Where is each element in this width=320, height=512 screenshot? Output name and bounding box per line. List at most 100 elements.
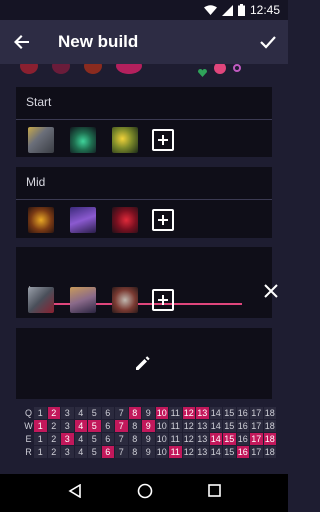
skill-level-cell[interactable]: 13 [196,446,209,458]
back-button[interactable] [0,20,44,64]
skill-level-cell[interactable]: 1 [34,433,47,445]
skill-level-cell[interactable]: 7 [115,433,128,445]
skill-level-cell[interactable]: 11 [169,420,182,432]
skill-level-cell[interactable]: 10 [155,446,168,458]
skill-level-cell[interactable]: 9 [142,433,155,445]
skill-level-cell[interactable]: 1 [34,420,47,432]
skill-level-cell[interactable]: 4 [74,433,87,445]
skill-level-cell[interactable]: 1 [34,446,47,458]
skill-level-cell[interactable]: 13 [196,433,209,445]
skill-level-cell[interactable]: 8 [128,420,141,432]
skill-level-cell[interactable]: 7 [115,420,128,432]
skill-level-cell[interactable]: 16 [236,420,249,432]
skill-level-cell[interactable]: 7 [115,407,128,419]
skill-level-cell[interactable]: 6 [101,446,114,458]
skill-level-cell[interactable]: 17 [250,420,263,432]
skill-level-cell[interactable]: 15 [223,433,236,445]
app-bar: New build [0,20,288,64]
skill-level-cell[interactable]: 6 [101,407,114,419]
add-item-button[interactable] [152,289,174,311]
skill-level-cell[interactable]: 13 [196,420,209,432]
skill-level-cell[interactable]: 12 [182,407,195,419]
add-item-button[interactable] [152,209,174,231]
skill-level-cell[interactable]: 12 [182,446,195,458]
skill-level-cell[interactable]: 17 [250,433,263,445]
add-section-card[interactable] [16,328,272,399]
skill-level-cell[interactable]: 18 [263,433,276,445]
skill-level-cell[interactable]: 10 [155,407,168,419]
skill-level-cell[interactable]: 9 [142,420,155,432]
skill-level-cell[interactable]: 14 [209,420,222,432]
status-bar: 12:45 [0,0,288,20]
steraks-gage-icon[interactable] [28,287,54,313]
skill-level-cell[interactable]: 16 [236,446,249,458]
skill-level-cell[interactable]: 13 [196,407,209,419]
item-icon [116,64,142,74]
skill-level-cell[interactable]: 15 [223,446,236,458]
mercury-treads-icon[interactable] [28,207,54,233]
save-button[interactable] [248,20,288,64]
skill-level-cell[interactable]: 4 [74,407,87,419]
skill-level-cell[interactable]: 5 [88,420,101,432]
skill-level-cell[interactable]: 11 [169,433,182,445]
skill-level-cell[interactable]: 2 [47,407,60,419]
skill-level-cell[interactable]: 4 [74,420,87,432]
deaths-dance-icon[interactable] [70,287,96,313]
skill-level-cell[interactable]: 5 [88,407,101,419]
ruby-crystal-icon[interactable] [112,207,138,233]
skill-level-cell[interactable]: 14 [209,407,222,419]
refillable-potion-icon[interactable] [70,127,96,153]
edit-pencil-icon[interactable] [134,354,152,372]
skill-level-cell[interactable]: 3 [61,420,74,432]
skill-level-cell[interactable]: 17 [250,407,263,419]
skill-level-cell[interactable]: 2 [47,433,60,445]
skill-level-cell[interactable]: 18 [263,446,276,458]
skill-level-cell[interactable]: 16 [236,407,249,419]
warding-totem-icon[interactable] [112,127,138,153]
close-icon[interactable] [264,284,280,300]
skill-level-cell[interactable]: 9 [142,407,155,419]
skill-level-cell[interactable]: 15 [223,407,236,419]
skill-level-cell[interactable]: 3 [61,407,74,419]
skill-level-cell[interactable]: 3 [61,446,74,458]
skill-level-cell[interactable]: 8 [128,433,141,445]
skill-row-w: W 1 2 3 4 5 6 7 8 9 10 11 12 13 14 15 16 17 18 [23,420,277,432]
skill-level-cell[interactable]: 11 [169,446,182,458]
skill-level-cell[interactable]: 18 [263,420,276,432]
item-icon [20,64,38,74]
nav-home-icon[interactable] [137,483,153,504]
skill-level-cell[interactable]: 5 [88,446,101,458]
skill-level-cell[interactable]: 1 [34,407,47,419]
skill-level-cell[interactable]: 16 [236,433,249,445]
black-cleaver-icon[interactable] [112,287,138,313]
skill-level-cell[interactable]: 18 [263,407,276,419]
skill-level-cell[interactable]: 3 [61,433,74,445]
skill-level-cell[interactable]: 12 [182,420,195,432]
cell-signal-icon [221,4,233,16]
skill-level-cell[interactable]: 17 [250,446,263,458]
long-sword-icon[interactable] [28,127,54,153]
add-item-button[interactable] [152,129,174,151]
skill-level-cell[interactable]: 2 [47,420,60,432]
skill-level-cell[interactable]: 9 [142,446,155,458]
skill-level-cell[interactable]: 14 [209,433,222,445]
skill-level-cell[interactable]: 7 [115,446,128,458]
skill-level-cell[interactable]: 5 [88,433,101,445]
nav-back-icon[interactable] [67,483,82,503]
skill-level-cell[interactable]: 14 [209,446,222,458]
section-start: Start [16,87,272,157]
phage-icon[interactable] [70,207,96,233]
skill-level-cell[interactable]: 6 [101,433,114,445]
skill-level-cell[interactable]: 15 [223,420,236,432]
nav-recents-icon[interactable] [207,484,221,502]
skill-level-cell[interactable]: 10 [155,433,168,445]
skill-level-cell[interactable]: 8 [128,446,141,458]
skill-row-r: R 1 2 3 4 5 6 7 8 9 10 11 12 13 14 15 16 17 18 [23,446,277,458]
skill-level-cell[interactable]: 2 [47,446,60,458]
skill-level-cell[interactable]: 4 [74,446,87,458]
skill-level-cell[interactable]: 11 [169,407,182,419]
skill-level-cell[interactable]: 6 [101,420,114,432]
skill-level-cell[interactable]: 8 [128,407,141,419]
skill-level-cell[interactable]: 12 [182,433,195,445]
skill-level-cell[interactable]: 10 [155,420,168,432]
